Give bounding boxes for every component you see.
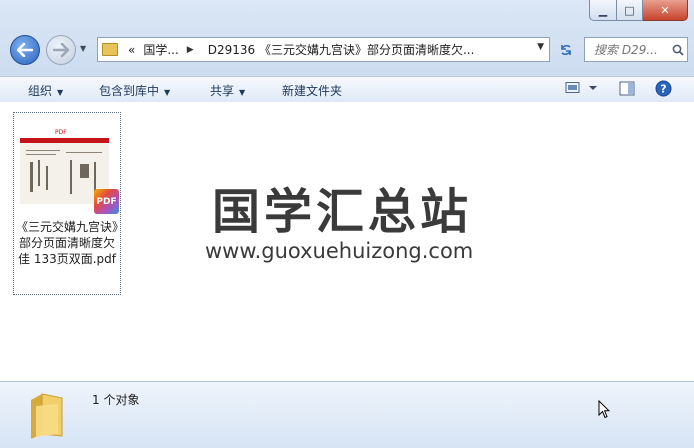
watermark-title: 国学汇总站 (212, 184, 473, 240)
command-bar: 组织 ▼ 包含到库中 ▼ 共享 ▼ 新建文件夹 ? (0, 76, 694, 103)
arrow-left-icon (17, 43, 33, 57)
chevron-down-icon: ▼ (57, 88, 64, 97)
search-input[interactable] (592, 41, 672, 58)
minimize-button[interactable]: ▁ (589, 0, 617, 21)
item-count: 1 个对象 (92, 393, 140, 407)
svg-text:?: ? (660, 83, 666, 96)
thumbnail-header (20, 138, 109, 143)
watermark-url: www.guoxuehuizong.com (205, 239, 474, 263)
close-button[interactable]: ✕ (643, 0, 688, 21)
file-item[interactable]: PDF PDF 《三元交媾九宫诀》部分页面清晰度欠佳 133页双面.pdf (13, 112, 121, 295)
chevron-down-icon: ▼ (239, 88, 246, 97)
forward-button[interactable] (46, 35, 76, 65)
search-box[interactable] (584, 37, 688, 62)
new-folder-button[interactable]: 新建文件夹 (282, 82, 342, 99)
address-bar[interactable]: « 国学... ▶ D29136 《三元交媾九宫诀》部分页面清晰度欠... ▼ (97, 37, 550, 62)
breadcrumb-separator-icon[interactable]: ▶ (187, 45, 194, 55)
help-button[interactable]: ? (655, 80, 672, 100)
view-options-button[interactable] (565, 81, 599, 98)
details-pane: 1 个对象 (0, 381, 694, 448)
folder-icon (31, 393, 63, 439)
chevron-down-icon: ▼ (164, 88, 171, 97)
maximize-button[interactable]: □ (617, 0, 643, 21)
address-dropdown-icon[interactable]: ▼ (537, 42, 544, 52)
breadcrumb-guoxue[interactable]: 国学... (143, 41, 178, 58)
mouse-cursor-icon (598, 400, 610, 419)
organize-menu[interactable]: 组织 ▼ (28, 82, 63, 99)
refresh-button[interactable] (553, 37, 579, 62)
share-label: 共享 (210, 84, 235, 98)
file-list[interactable]: PDF PDF 《三元交媾九宫诀》部分页面清晰度欠佳 133页双面.pdf 国学… (0, 102, 694, 381)
file-name[interactable]: 《三元交媾九宫诀》部分页面清晰度欠佳 133页双面.pdf (14, 219, 120, 267)
preview-pane-button[interactable] (619, 81, 635, 99)
organize-label: 组织 (28, 84, 53, 98)
include-library-label: 包含到库中 (99, 84, 160, 98)
breadcrumb-overflow[interactable]: « (128, 43, 135, 57)
breadcrumb-current[interactable]: D29136 《三元交媾九宫诀》部分页面清晰度欠... (208, 41, 475, 58)
search-icon[interactable] (672, 44, 684, 56)
arrow-right-icon (53, 43, 69, 57)
help-icon: ? (655, 80, 672, 97)
refresh-icon (561, 44, 571, 55)
title-bar: ▁ □ ✕ ▼ « 国学... ▶ D29136 《三元交媾九宫诀》部分页面清晰… (0, 0, 694, 76)
thumbnail-label: PDF (55, 129, 67, 136)
back-button[interactable] (10, 35, 40, 65)
view-icon (565, 82, 597, 93)
pdf-icon: PDF (94, 189, 119, 214)
share-menu[interactable]: 共享 ▼ (210, 82, 245, 99)
preview-pane-icon (619, 81, 635, 96)
window-controls: ▁ □ ✕ (589, 0, 688, 21)
recent-pages-dropdown[interactable]: ▼ (80, 44, 86, 53)
include-library-menu[interactable]: 包含到库中 ▼ (99, 82, 170, 99)
folder-icon (102, 43, 118, 56)
